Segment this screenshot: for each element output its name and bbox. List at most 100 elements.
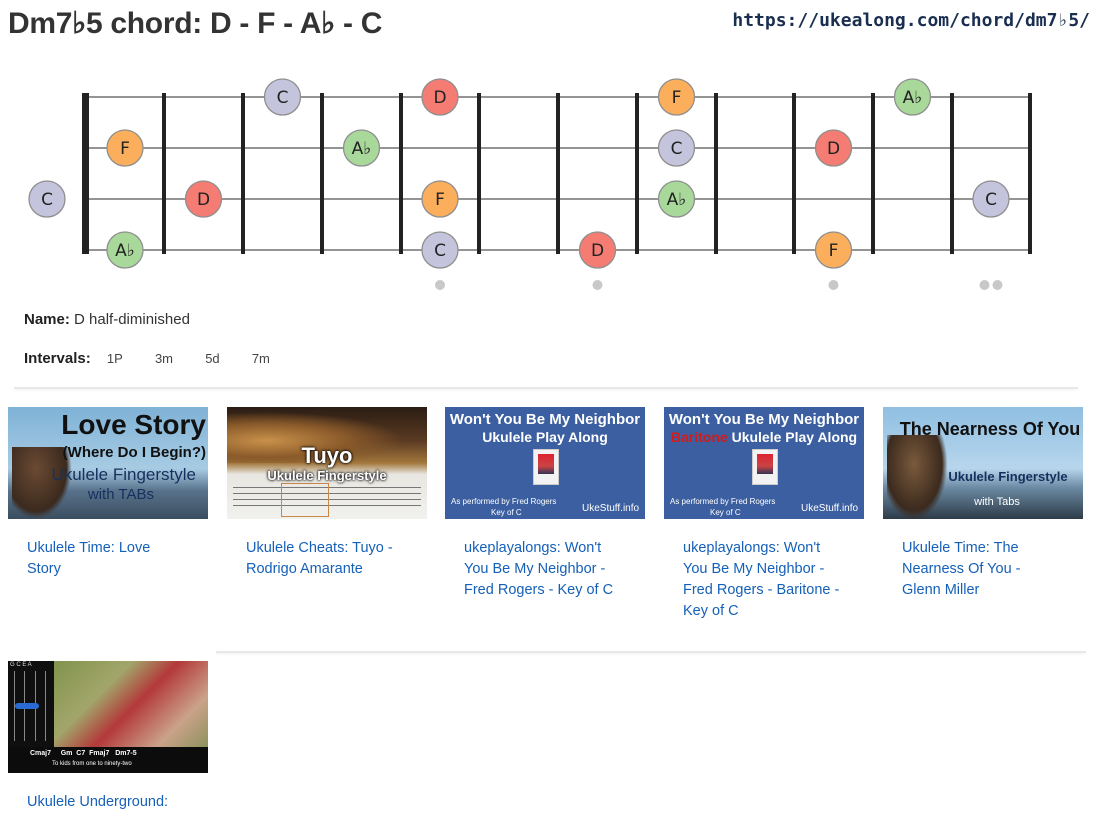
name-label: Name: [24, 311, 70, 328]
note-marker: D [814, 129, 853, 167]
note-label: A♭ [903, 88, 923, 108]
note-marker: C [657, 129, 696, 167]
fret-marker-dot [828, 280, 839, 290]
thumbnail-text: with Tabs [974, 496, 1020, 508]
note-label: C [434, 241, 446, 261]
interval-seventh: 7m [251, 351, 270, 366]
video-title-link[interactable]: ukeplayalongs: Won't You Be My Neighbor … [683, 538, 843, 622]
video-title-link[interactable]: ukeplayalongs: Won't You Be My Neighbor … [464, 538, 624, 601]
section-divider [14, 387, 1078, 389]
note-marker: F [657, 78, 696, 116]
thumbnail-text: Ukulele Fingerstyle [948, 469, 1068, 484]
note-marker: F [421, 180, 459, 218]
chord-notes: C F A♭ D C A♭ D F C D F C A♭ D F A♭ C [28, 78, 1010, 269]
note-label: F [672, 88, 682, 108]
note-label: C [277, 88, 289, 108]
note-label: D [197, 190, 210, 210]
thumbnail-text: UkeStuff.info [582, 503, 640, 514]
note-label: D [827, 139, 840, 159]
video-title-link[interactable]: Ukulele Time: The Nearness Of You - Glen… [902, 538, 1062, 601]
thumbnail-text: The Nearness Of You [899, 419, 1081, 439]
page-title: Dm7♭5 chord: D - F - A♭ - C [8, 7, 383, 40]
note-marker: A♭ [657, 180, 696, 218]
note-marker: C [972, 180, 1010, 218]
fret-line-7 [635, 93, 639, 254]
thumbnail-text: Key of C [710, 508, 741, 517]
note-label: F [120, 139, 130, 159]
note-marker: C [421, 231, 459, 269]
thumbnail-text: Won't You Be My Neighbor [668, 411, 860, 428]
video-thumbnail[interactable]: Love Story (Where Do I Begin?) Ukulele F… [8, 407, 208, 519]
fret-line-5 [477, 93, 481, 254]
video-thumbnail[interactable]: G C E A Cmaj7 Gm C7 Fmaj7 Dm7-5 To kids … [8, 661, 208, 773]
thumbnail-text: UkeStuff.info [801, 503, 859, 514]
note-marker: C [263, 78, 302, 116]
intervals-row: Intervals: 1P 3m 5d 7m [24, 350, 270, 367]
thumbnail-text: Ukulele Play Along [731, 429, 858, 445]
fret-line-11 [950, 93, 954, 254]
thumbnail-text: Ukulele Play Along [482, 429, 608, 445]
chord-name: D half-diminished [74, 311, 190, 328]
fret-line-4 [399, 93, 403, 254]
thumbnail-text: Baritone Ukulele Play Along [664, 429, 864, 445]
thumbnail-text: Tuyo [301, 443, 353, 468]
section-divider [216, 651, 1086, 653]
note-marker: D [184, 180, 223, 218]
video-thumbnail[interactable]: Won't You Be My Neighbor Baritone Ukulel… [664, 407, 864, 519]
interval-root: 1P [106, 351, 123, 366]
interval-fifth: 5d [205, 351, 220, 366]
note-marker: F [814, 231, 853, 269]
thumbnail-text: Cmaj7 Gm C7 Fmaj7 Dm7-5 [30, 750, 137, 757]
video-thumbnail[interactable]: The Nearness Of You Ukulele Fingerstyle … [883, 407, 1083, 519]
note-marker: D [578, 231, 617, 269]
thumbnail-text: To kids from one to ninety-two [52, 761, 132, 767]
note-label: D [433, 88, 446, 108]
note-label: A♭ [667, 190, 687, 210]
note-marker: C [28, 180, 66, 218]
fret-line-3 [320, 93, 324, 254]
thumbnail-text: Baritone [670, 429, 728, 445]
fret-marker-dot [435, 280, 445, 290]
fret-line-6 [556, 93, 560, 254]
nut [82, 93, 89, 254]
fret-marker-dot [992, 280, 1003, 290]
thumbnail-text: Ukulele Fingerstyle [267, 468, 387, 483]
note-marker: F [106, 129, 144, 167]
fret-line-1 [162, 93, 166, 254]
thumbnail-text: (Where Do I Begin?) [62, 444, 206, 461]
video-title-link[interactable]: Ukulele Underground: [27, 792, 187, 813]
intervals-label: Intervals: [24, 350, 91, 367]
note-label: C [671, 139, 683, 159]
note-label: C [985, 190, 997, 210]
thumbnail-text: G C E A [10, 662, 32, 668]
note-marker: A♭ [106, 231, 144, 269]
note-label: F [435, 190, 445, 210]
fret-line-2 [241, 93, 245, 254]
note-label: D [591, 241, 604, 261]
thumbnail-text: with TABs [87, 486, 154, 503]
fret-line-9 [792, 93, 796, 254]
interval-third: 3m [154, 351, 174, 366]
note-label: A♭ [352, 139, 372, 159]
thumbnail-text: As performed by Fred Rogers [670, 497, 776, 506]
note-marker: A♭ [342, 129, 381, 167]
thumbnail-text: As performed by Fred Rogers [451, 497, 557, 506]
note-label: F [829, 241, 839, 261]
note-label: C [41, 190, 53, 210]
video-thumbnail[interactable]: Tuyo Ukulele Fingerstyle [227, 407, 427, 519]
fret-marker-dot [979, 280, 990, 290]
fret-line-12 [1028, 93, 1032, 254]
fret-marker-dot [592, 280, 603, 290]
fretboard-diagram: C F A♭ D C A♭ D F C D F C A♭ D F A♭ C [28, 78, 1032, 290]
thumbnail-text: Won't You Be My Neighbor [449, 411, 641, 428]
video-title-link[interactable]: Ukulele Cheats: Tuyo - Rodrigo Amarante [246, 538, 406, 580]
chord-url-link[interactable]: https://ukealong.com/chord/dm7♭5/ [732, 10, 1090, 31]
thumbnail-text: Ukulele Fingerstyle [51, 465, 196, 484]
note-marker: D [421, 78, 459, 116]
video-title-link[interactable]: Ukulele Time: Love Story [27, 538, 187, 580]
note-label: A♭ [115, 241, 135, 261]
fretboard-lines [82, 93, 1032, 254]
fret-markers [435, 280, 1003, 290]
note-marker: A♭ [893, 78, 932, 116]
video-thumbnail[interactable]: Won't You Be My Neighbor Ukulele Play Al… [445, 407, 645, 519]
